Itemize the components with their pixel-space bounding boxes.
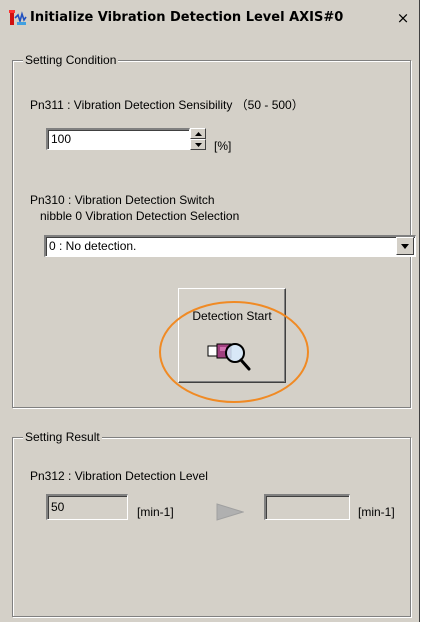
spin-up-icon xyxy=(195,132,202,136)
close-icon[interactable]: × xyxy=(393,10,413,28)
dropdown-button[interactable] xyxy=(396,237,414,255)
title-bar[interactable]: Initialize Vibration Detection Level AXI… xyxy=(0,0,419,34)
setting-condition-legend: Setting Condition xyxy=(23,53,119,67)
right-arrow-icon xyxy=(216,503,244,521)
dialog-window: Initialize Vibration Detection Level AXI… xyxy=(0,0,420,622)
setting-result-group: Setting Result xyxy=(12,430,411,617)
chevron-down-icon xyxy=(401,244,409,249)
sensibility-label: Pn311 : Vibration Detection Sensibility … xyxy=(30,98,304,112)
sensibility-spin-down[interactable] xyxy=(190,139,206,150)
switch-label-line1: Pn310 : Vibration Detection Switch xyxy=(30,193,215,207)
detection-selection-dropdown[interactable]: 0 : No detection. xyxy=(44,235,416,257)
detection-start-label: Detection Start xyxy=(192,309,272,323)
new-level-field xyxy=(264,494,350,520)
sensibility-spin-up[interactable] xyxy=(190,128,206,139)
current-level-unit: [min-1] xyxy=(137,505,174,519)
sensibility-unit: [%] xyxy=(214,139,232,153)
vibration-app-icon xyxy=(8,9,28,27)
switch-label-line2: nibble 0 Vibration Detection Selection xyxy=(40,209,240,223)
detection-level-label: Pn312 : Vibration Detection Level xyxy=(30,469,208,483)
setting-result-legend: Setting Result xyxy=(23,430,102,444)
detection-search-icon xyxy=(207,343,251,371)
sensibility-input[interactable]: 100 xyxy=(46,128,190,150)
detection-start-button[interactable]: Detection Start xyxy=(178,288,286,383)
spin-down-icon xyxy=(195,143,202,147)
new-level-unit: [min-1] xyxy=(358,505,395,519)
window-title: Initialize Vibration Detection Level AXI… xyxy=(30,10,344,25)
current-level-field: 50 xyxy=(46,494,128,520)
